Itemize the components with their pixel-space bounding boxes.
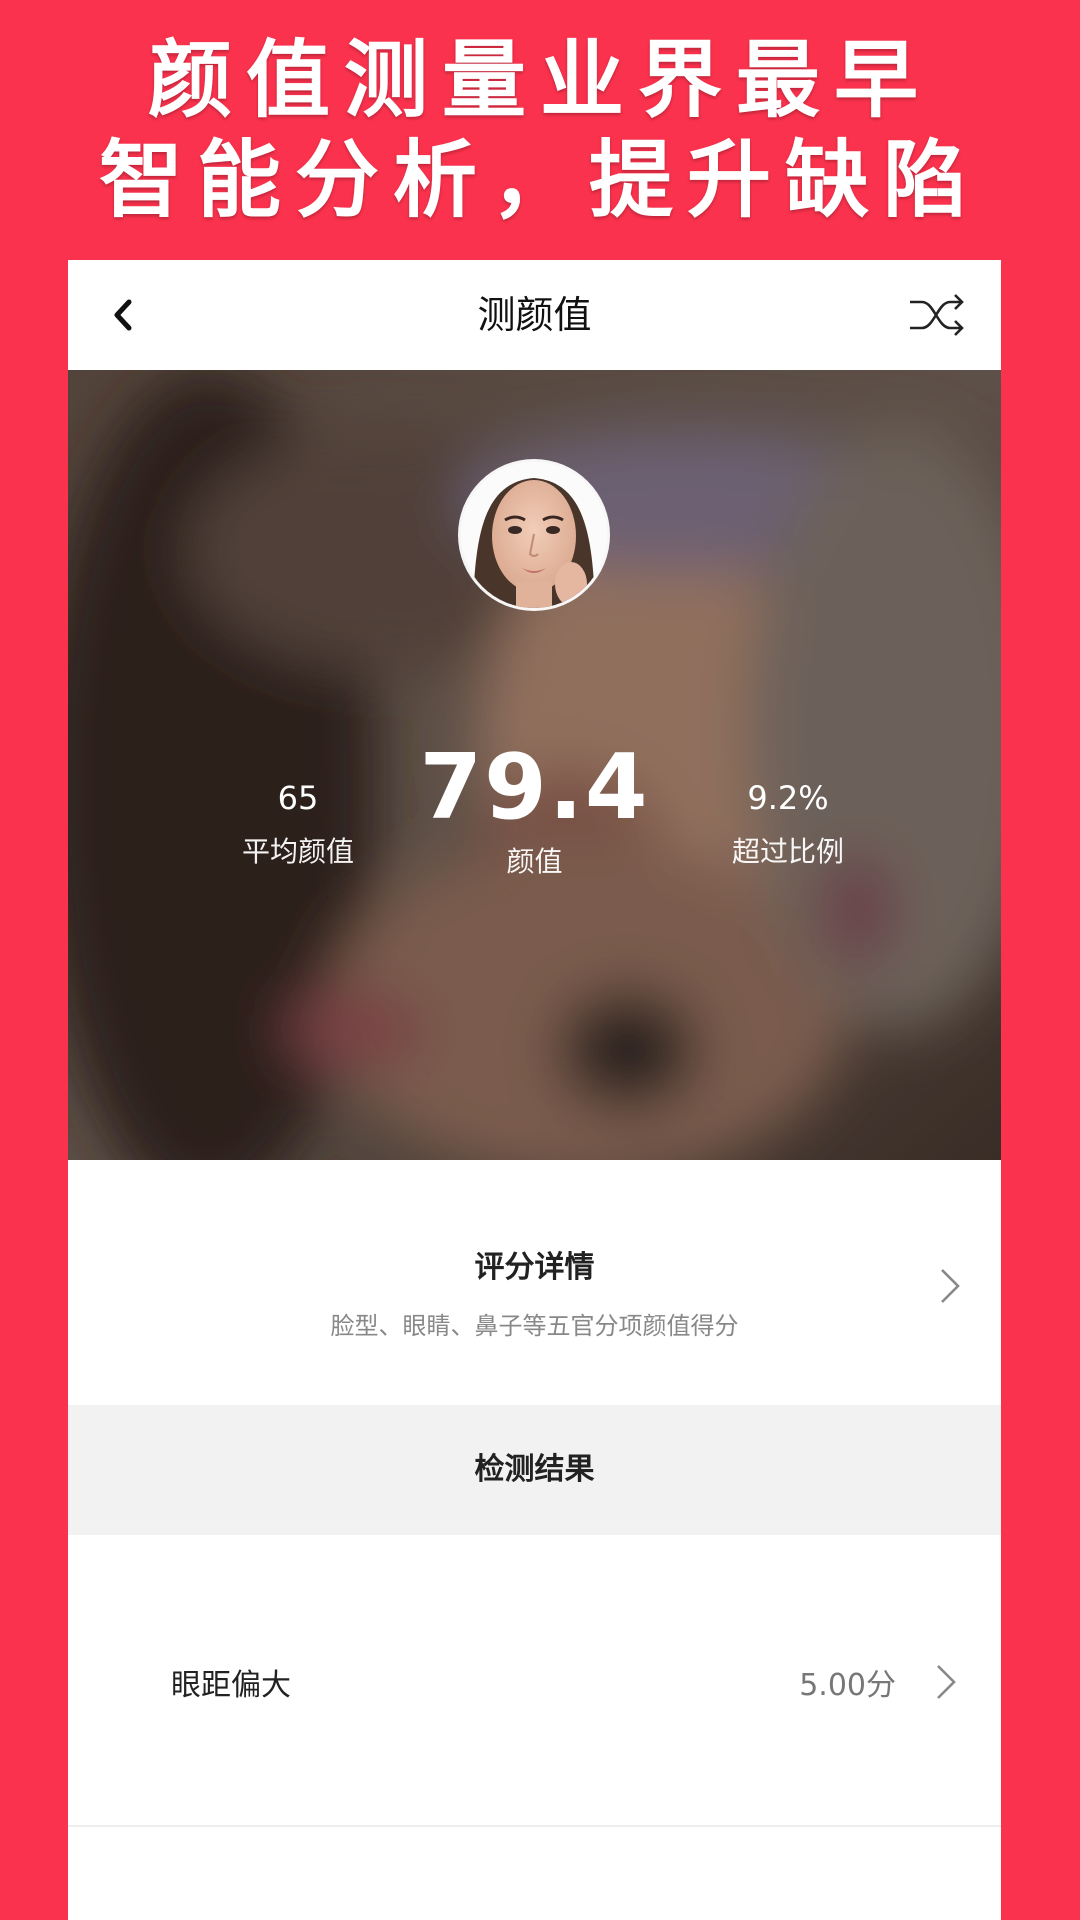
- phone-screen: 测颜值 65 平均颜值 79.4 颜值 9.2% 超过比例 评分详情 脸型、眼睛…: [68, 260, 1001, 1920]
- score-details-row[interactable]: 评分详情 脸型、眼睛、鼻子等五官分项颜值得分: [68, 1160, 1001, 1405]
- chevron-right-icon: [937, 1665, 956, 1699]
- percentile-stat: 9.2% 超过比例: [688, 778, 888, 872]
- promo-headline-2: 智能分析，提升缺陷: [98, 131, 981, 229]
- page-title: 测颜值: [477, 293, 592, 337]
- result-item-label: 眼距偏大: [171, 1668, 291, 1703]
- chevron-right-icon: [941, 1269, 960, 1303]
- detection-results-header: 检测结果: [68, 1405, 1001, 1535]
- hero-photo-panel: 65 平均颜值 79.4 颜值 9.2% 超过比例: [68, 370, 1001, 1160]
- shuffle-button[interactable]: [907, 290, 967, 340]
- face-avatar: [461, 462, 607, 608]
- score-details-subtitle: 脸型、眼睛、鼻子等五官分项颜值得分: [330, 1312, 739, 1340]
- percentile-label: 超过比例: [731, 835, 844, 868]
- promo-headline-1: 颜值测量业界最早: [147, 31, 932, 129]
- percentile-value: 9.2%: [747, 779, 829, 817]
- beauty-score-label: 颜值: [506, 845, 563, 878]
- promo-banner: 颜值测量业界最早 智能分析，提升缺陷: [0, 0, 1080, 260]
- navigation-bar: 测颜值: [68, 260, 1001, 370]
- average-score-stat: 65 平均颜值: [218, 778, 378, 872]
- average-score-label: 平均颜值: [241, 835, 354, 868]
- result-item[interactable]: 眼距偏大 5.00分: [68, 1535, 1001, 1827]
- result-item-score: 5.00分: [799, 1668, 896, 1703]
- shuffle-icon: [910, 294, 964, 336]
- beauty-score-value: 79.4: [419, 735, 650, 840]
- average-score-value: 65: [277, 779, 319, 817]
- beauty-score-stat: 79.4 颜值: [418, 738, 651, 882]
- score-details-title: 评分详情: [474, 1250, 595, 1285]
